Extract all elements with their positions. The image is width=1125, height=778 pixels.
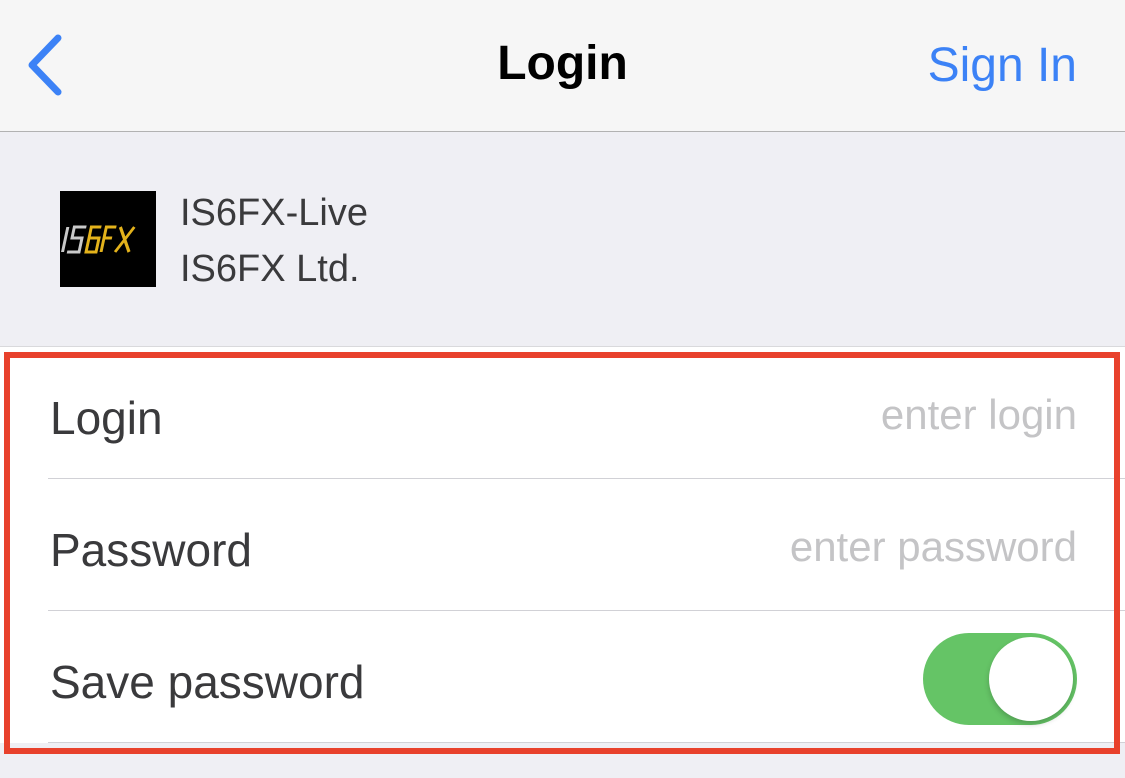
- password-input[interactable]: [517, 519, 1077, 575]
- login-input[interactable]: [517, 387, 1077, 443]
- password-label: Password: [50, 524, 252, 576]
- company-name: IS6FX Ltd.: [180, 248, 360, 290]
- bottom-background: [0, 743, 1125, 778]
- login-label: Login: [50, 392, 163, 444]
- login-row: Login: [0, 347, 1125, 479]
- save-password-row: Save password: [0, 611, 1125, 743]
- save-password-toggle[interactable]: [923, 633, 1077, 725]
- save-password-label: Save password: [50, 656, 365, 708]
- server-name: IS6FX-Live: [180, 192, 368, 234]
- sign-in-button[interactable]: Sign In: [928, 38, 1077, 93]
- toggle-knob: [989, 637, 1073, 721]
- server-info: IS6FX-Live IS6FX Ltd.: [0, 132, 1125, 347]
- broker-logo: [60, 191, 156, 287]
- password-row: Password: [0, 479, 1125, 611]
- navigation-bar: Login Sign In: [0, 0, 1125, 132]
- login-form: Login Password Save password: [0, 347, 1125, 743]
